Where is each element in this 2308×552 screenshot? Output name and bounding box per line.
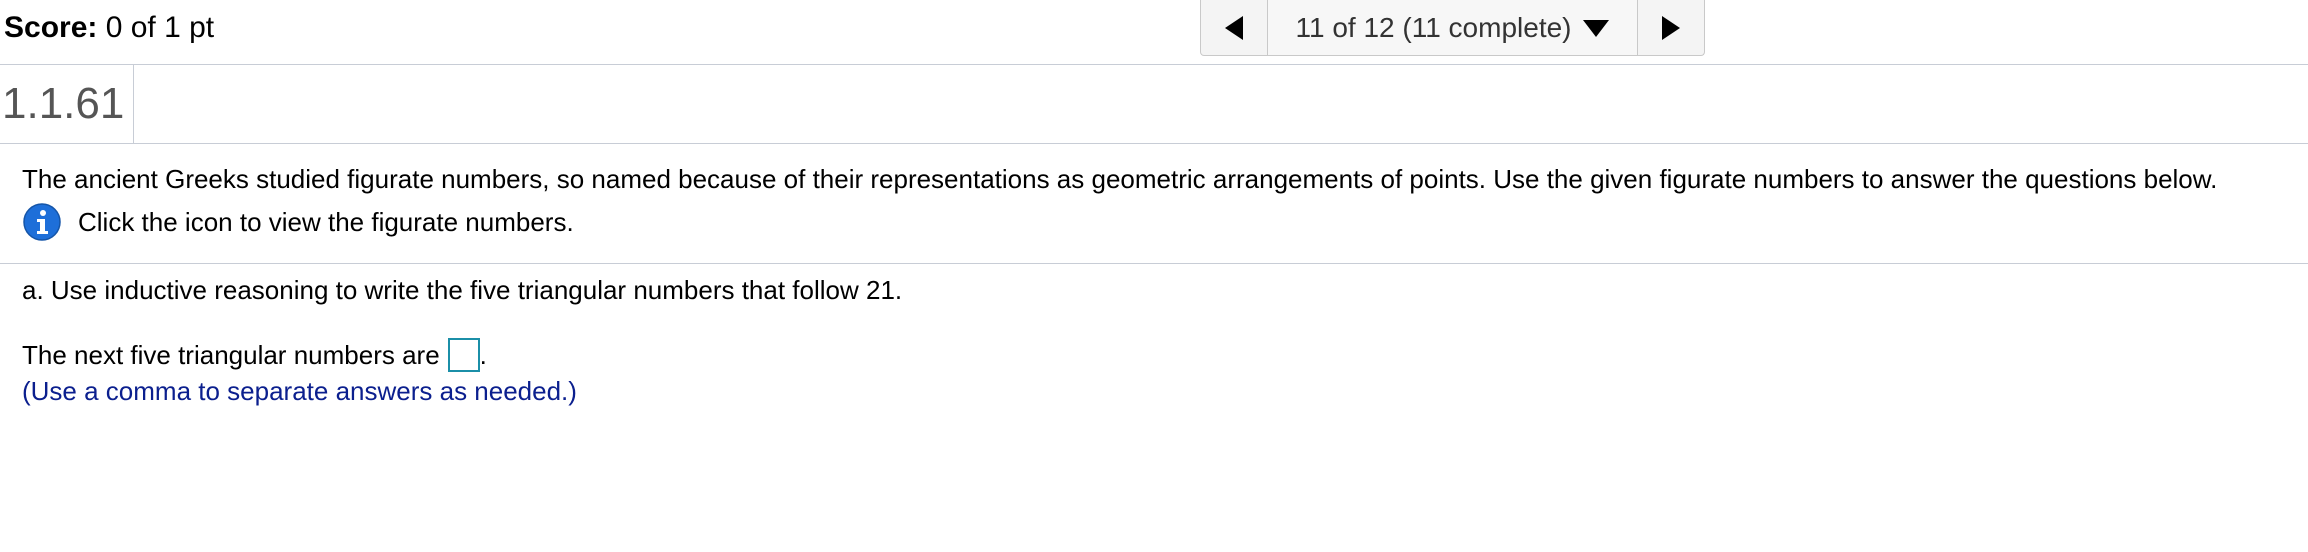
- score: Score: 0 of 1 pt: [4, 10, 214, 46]
- part-a-prompt: a. Use inductive reasoning to write the …: [22, 275, 903, 305]
- answer-line: The next five triangular numbers are .: [22, 337, 487, 373]
- answer-input[interactable]: [447, 338, 480, 372]
- question-navigator: 11 of 12 (11 complete): [1200, 0, 1705, 56]
- divider: [0, 263, 2308, 264]
- info-text: Click the icon to view the figurate numb…: [78, 206, 574, 237]
- question-id-row: 1.1.61: [0, 65, 2308, 144]
- info-icon[interactable]: [22, 202, 62, 242]
- next-question-button[interactable]: [1638, 0, 1704, 55]
- question-id: 1.1.61: [0, 65, 134, 143]
- previous-arrow-icon: [1225, 15, 1243, 40]
- answer-prefix: The next five triangular numbers are: [22, 340, 440, 370]
- question-position-text: 11 of 12 (11 complete): [1295, 11, 1572, 43]
- question-selector-dropdown[interactable]: 11 of 12 (11 complete): [1267, 0, 1638, 55]
- score-label: Score:: [4, 11, 98, 44]
- dropdown-caret-icon: [1582, 19, 1609, 37]
- top-bar: Score: 0 of 1 pt 11 of 12 (11 complete): [0, 0, 2308, 65]
- info-row: Click the icon to view the figurate numb…: [22, 202, 574, 242]
- answer-suffix: .: [479, 340, 487, 370]
- next-arrow-icon: [1662, 15, 1680, 40]
- question-intro: The ancient Greeks studied figurate numb…: [22, 164, 2218, 194]
- previous-question-button[interactable]: [1201, 0, 1267, 55]
- score-value: 0 of 1 pt: [105, 11, 215, 44]
- answer-hint: (Use a comma to separate answers as need…: [22, 376, 577, 406]
